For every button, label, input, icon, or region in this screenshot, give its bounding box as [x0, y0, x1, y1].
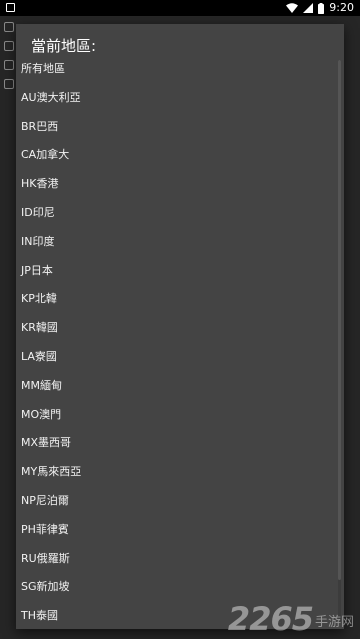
watermark-logo: 2265 手游网 — [228, 603, 354, 635]
checkbox-icon — [4, 22, 14, 32]
wifi-icon — [286, 3, 299, 13]
signal-icon — [303, 3, 314, 13]
region-item-mo[interactable]: MO澳門 — [16, 401, 338, 430]
region-item-jp[interactable]: JP日本 — [16, 257, 338, 286]
region-item-ru[interactable]: RU俄羅斯 — [16, 545, 338, 574]
checkbox-icon — [4, 41, 14, 51]
region-item-in[interactable]: IN印度 — [16, 228, 338, 257]
watermark-number: 2265 — [227, 600, 314, 638]
status-icons: 9:20 — [286, 1, 354, 15]
checkbox-icon — [4, 60, 14, 70]
region-item-au[interactable]: AU澳大利亞 — [16, 84, 338, 113]
status-bar: 9:20 — [0, 0, 360, 16]
scrollbar-thumb[interactable] — [338, 60, 341, 580]
region-list: 所有地區 AU澳大利亞 BR巴西 CA加拿大 HK香港 ID印尼 IN印度 JP… — [16, 55, 338, 629]
region-item-np[interactable]: NP尼泊爾 — [16, 487, 338, 516]
status-time: 9:20 — [329, 1, 354, 14]
dialog-title: 當前地區: — [31, 37, 97, 55]
screen: 9:20 當前地區: 所有地區 AU澳大利亞 BR巴西 CA加拿大 HK香港 I… — [0, 0, 360, 639]
region-item-kr[interactable]: KR韓國 — [16, 314, 338, 343]
checkbox-icon — [4, 79, 14, 89]
region-item-mx[interactable]: MX墨西哥 — [16, 429, 338, 458]
region-item-sg[interactable]: SG新加坡 — [16, 573, 338, 602]
region-item-la[interactable]: LA寮國 — [16, 343, 338, 372]
region-item-mm[interactable]: MM緬甸 — [16, 372, 338, 401]
battery-icon — [318, 2, 325, 14]
watermark-text: 手游网 — [314, 615, 354, 630]
region-item-ca[interactable]: CA加拿大 — [16, 141, 338, 170]
region-item-br[interactable]: BR巴西 — [16, 113, 338, 142]
region-item-id[interactable]: ID印尼 — [16, 199, 338, 228]
region-item-ph[interactable]: PH菲律賓 — [16, 516, 338, 545]
region-item-hk[interactable]: HK香港 — [16, 170, 338, 199]
region-dialog: 當前地區: 所有地區 AU澳大利亞 BR巴西 CA加拿大 HK香港 ID印尼 I… — [16, 24, 344, 629]
region-item-all[interactable]: 所有地區 — [16, 55, 338, 84]
region-item-my[interactable]: MY馬來西亞 — [16, 458, 338, 487]
region-item-kp[interactable]: KP北韓 — [16, 285, 338, 314]
app-notification-icon — [6, 3, 15, 12]
